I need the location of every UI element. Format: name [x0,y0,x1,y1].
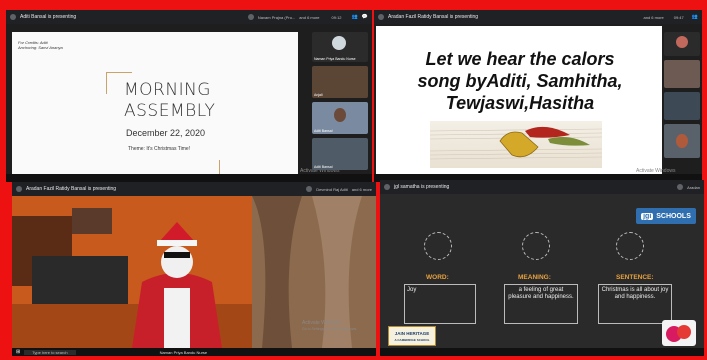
taskbar [380,348,704,356]
meet-window-4: jgl samatha is presenting Aradan jgi SCH… [380,180,704,356]
avatar [676,36,688,48]
participant-tile[interactable]: Naman Priya Bandu Nurse [312,32,368,62]
tile-name: Naman Priya Bandu Nurse [314,57,356,61]
presenter-label: Aditi Bansal is presenting [20,14,77,20]
sentence-box: Christmas is all about joy and happiness… [598,284,672,324]
heading-line: Let we hear the calors [425,49,615,69]
slide-credits: For Credits: Aditi Anchoring: Sanvi Anan… [18,40,63,50]
lightbulb-icon [424,232,452,260]
presentation-slide: For Credits: Aditi Anchoring: Sanvi Anan… [12,32,298,182]
participant-avatar [247,14,254,20]
sentence-label: SENTENCE: [616,274,654,281]
slide-title: MORNING ASSEMBLY [124,80,215,122]
activate-sub: Go to Settings to activate Windows. [302,327,358,331]
heritage-logo: JAIN HERITAGE A CAMBRIDGE SCHOOL [388,326,436,346]
slide-date: December 22, 2020 [126,128,206,138]
presenter-label: Aradan Fazil Ratidy Bansal is presenting [26,186,117,192]
participant-more: and 6 more [643,14,664,20]
word-box: Joy [404,284,476,324]
christmas-bell-image [429,121,603,168]
tile-name: Aditi Bansal [314,165,333,169]
meet-window-3: Aradan Fazil Ratidy Bansal is presenting… [12,182,376,356]
avatar [676,134,688,148]
activate-windows: Activate Windows Go to Settings to activ… [302,320,357,332]
heading-line: Tewjaswi,Hasitha [445,93,595,113]
presenter-label: jgl samatha is presenting [394,184,450,190]
participant-more: and 6 more [351,186,372,192]
participant-avatar [677,184,684,190]
people-icon[interactable]: 👥 [352,14,358,20]
taskbar [6,174,372,182]
windows-icon[interactable]: ⊞ [16,349,20,355]
participant-name: Aradan [687,184,700,190]
people-icon[interactable]: 👥 [692,14,698,20]
participant-name: Navam Prajna (Pro... [257,14,296,20]
collage-frame: Aditi Bansal is presenting Navam Prajna … [0,0,707,360]
presenter-avatar [10,14,16,20]
participant-tile[interactable] [664,32,700,56]
participant-tile[interactable] [664,60,700,88]
clock: 09:12 [331,14,342,20]
chalkboard-slide: jgi SCHOOLS WORD: MEANING: SENTENCE: Joy… [380,194,704,348]
participant-avatar [306,186,313,192]
meaning-label: MEANING: [518,274,551,281]
meet-topbar: Aditi Bansal is presenting Navam Prajna … [6,10,372,24]
clock: 09:47 [673,14,684,20]
participant-name: Devmind Raj Aditi [316,186,348,192]
presenter-avatar [378,14,384,20]
title-line: MORNING [124,80,211,100]
heading-line: song byAditi, Samhitha, [417,71,623,91]
participant-tile[interactable]: Anjali [312,66,368,98]
participant-tile[interactable]: Aditi Bansal [312,102,368,134]
word-label: WORD: [426,274,449,281]
participant-more: and 6 more [299,14,320,20]
meet-window-1: Aditi Bansal is presenting Navam Prajna … [6,10,372,182]
presenter-avatar [16,186,22,192]
book-icon [616,232,644,260]
tile-name: Anjali [314,93,323,97]
title-line: ASSEMBLY [124,101,216,121]
pencil-icon [522,232,550,260]
slide-heading: Let we hear the calors song byAditi, Sam… [388,48,652,114]
search-input[interactable]: Type here to search [24,349,76,355]
meet-topbar: Aradan Fazil Ratidy Bansal is presenting… [12,182,376,196]
presenter-avatar [384,184,390,190]
taskbar: ⊞ Type here to search Naman Priya Bandu … [12,348,376,356]
heritage-sub: A CAMBRIDGE SCHOOL [394,338,430,342]
bottom-participant: Naman Priya Bandu Nurse [159,349,208,355]
logo-text: SCHOOLS [656,212,691,220]
avatar [332,36,346,50]
school-logo: jgi SCHOOLS [636,208,696,224]
participant-tile[interactable] [664,124,700,158]
slide-theme: Theme: It's Christmas Time! [128,146,191,152]
chat-icon[interactable]: 💬 [362,14,368,20]
tile-name: Aditi Bansal [314,129,333,133]
meet-topbar: Aradan Fazil Ratidy Bansal is presenting… [374,10,702,24]
logo-mark: jgi [641,212,654,220]
presenter-label: Aradan Fazil Ratidy Bansal is presenting [388,14,479,20]
ornament-logo [662,320,696,346]
participant-tile[interactable] [664,92,700,120]
meet-topbar: jgl samatha is presenting Aradan [380,180,704,194]
credit-line: Anchoring: Sanvi Ananya [18,45,63,50]
meaning-box: a feeling of great pleasure and happines… [504,284,578,324]
presentation-slide: Let we hear the calors song byAditi, Sam… [376,26,662,182]
meet-window-2: Aradan Fazil Ratidy Bansal is presenting… [374,10,702,182]
participant-tile[interactable]: Aditi Bansal [312,138,368,170]
avatar [334,108,346,122]
